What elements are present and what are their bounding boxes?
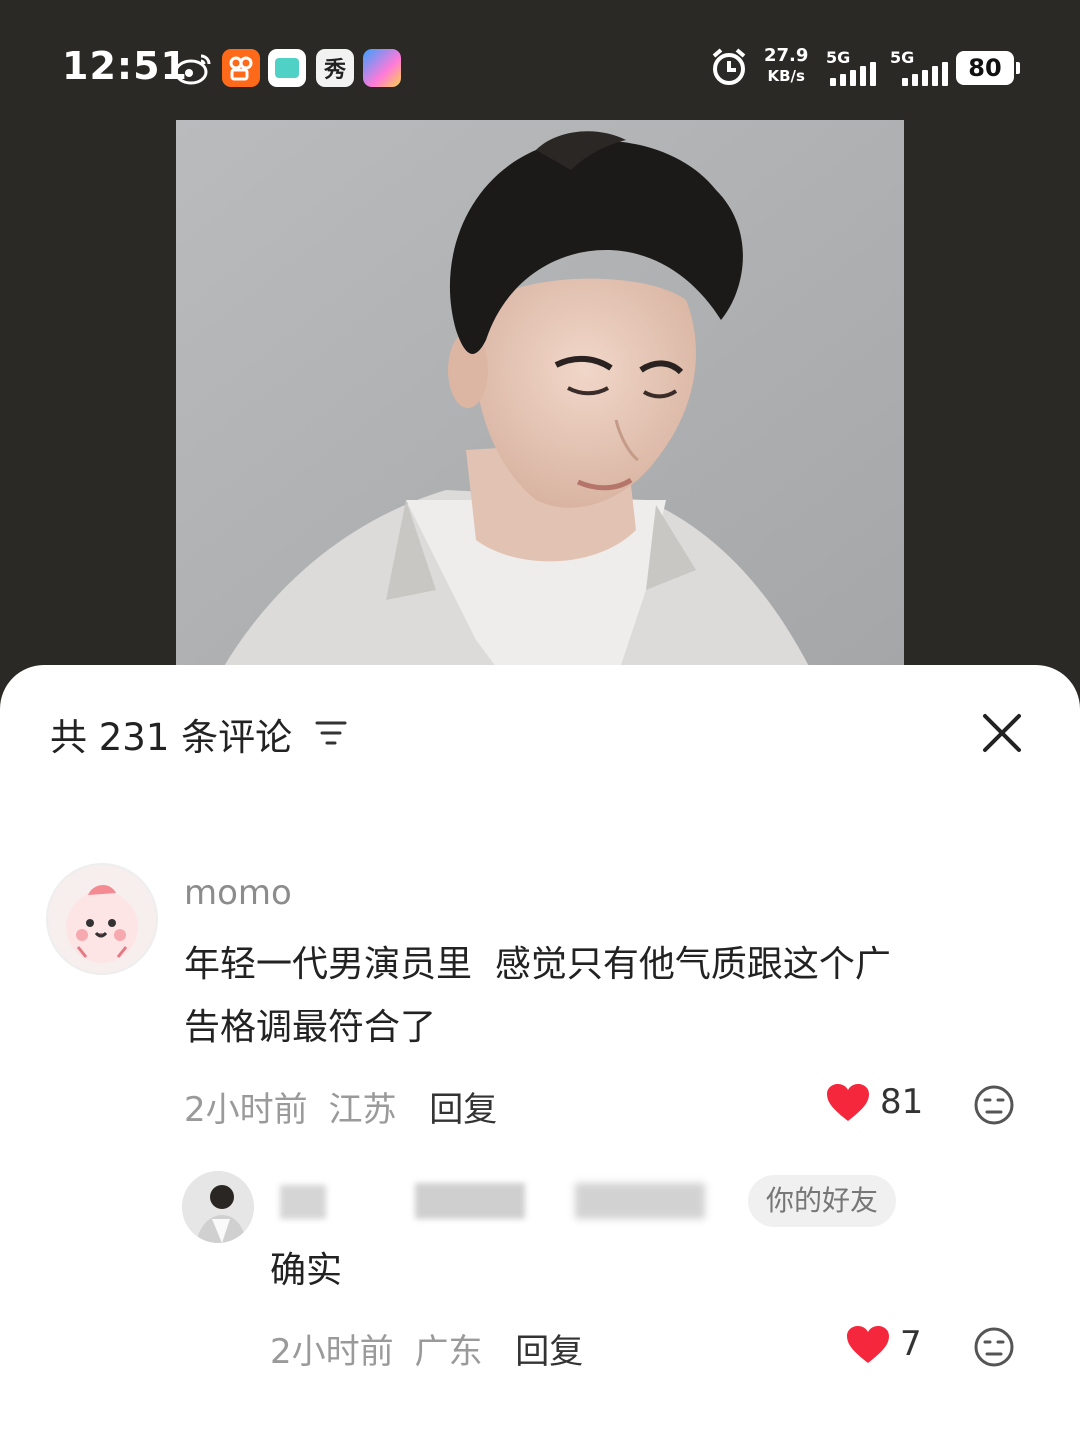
post-photo[interactable]: [176, 120, 904, 680]
like-heart-icon[interactable]: [826, 1083, 870, 1123]
kuaishou-icon: [222, 49, 260, 87]
reply-location: 广东: [414, 1332, 483, 1372]
dislike-icon[interactable]: [973, 1326, 1015, 1368]
reply-button[interactable]: 回复: [515, 1332, 583, 1372]
weibo-icon: [174, 50, 214, 86]
reply-time: 2小时前: [270, 1332, 394, 1372]
alarm-icon: [712, 48, 746, 85]
like-heart-icon[interactable]: [846, 1325, 890, 1365]
comment-text: 年轻一代男演员里 感觉只有他气质跟这个广 告格调最符合了: [184, 944, 891, 1048]
comment-location: 江苏: [328, 1090, 397, 1130]
xiu-icon: 秀: [316, 49, 354, 87]
reply-meta: 2小时前 广东 回复: [270, 1324, 583, 1373]
clock: 12:51: [62, 44, 188, 88]
like-count: 7: [900, 1324, 922, 1364]
like-count: 81: [880, 1082, 924, 1122]
status-bar: 12:51 秀 27.9 KB/s 5G 5G 80: [0, 0, 1080, 120]
close-icon[interactable]: [980, 711, 1024, 755]
reply-button[interactable]: 回复: [429, 1090, 497, 1130]
comment-username[interactable]: momo: [184, 873, 292, 913]
reply-username-blurred[interactable]: [270, 1177, 720, 1223]
comments-count-title: 共 231 条评论: [50, 716, 293, 759]
network-speed: 27.9 KB/s: [764, 45, 809, 86]
avatar[interactable]: [46, 863, 158, 975]
reply-avatar[interactable]: [182, 1171, 254, 1243]
comment-meta: 2小时前 江苏 回复: [184, 1082, 497, 1131]
app-store-icon: [363, 49, 401, 87]
reply-text: 确实: [270, 1250, 343, 1291]
comments-panel: 共 231 条评论 momo 年轻一代男演员里 感觉只有他气质跟这个广 告格调最…: [0, 665, 1080, 1446]
battery-indicator: 80: [956, 51, 1020, 85]
comment-time: 2小时前: [184, 1090, 308, 1130]
app-icon: [268, 49, 306, 87]
friend-badge: 你的好友: [748, 1175, 897, 1227]
sort-filter-icon[interactable]: [314, 719, 348, 747]
dislike-icon[interactable]: [973, 1084, 1015, 1126]
